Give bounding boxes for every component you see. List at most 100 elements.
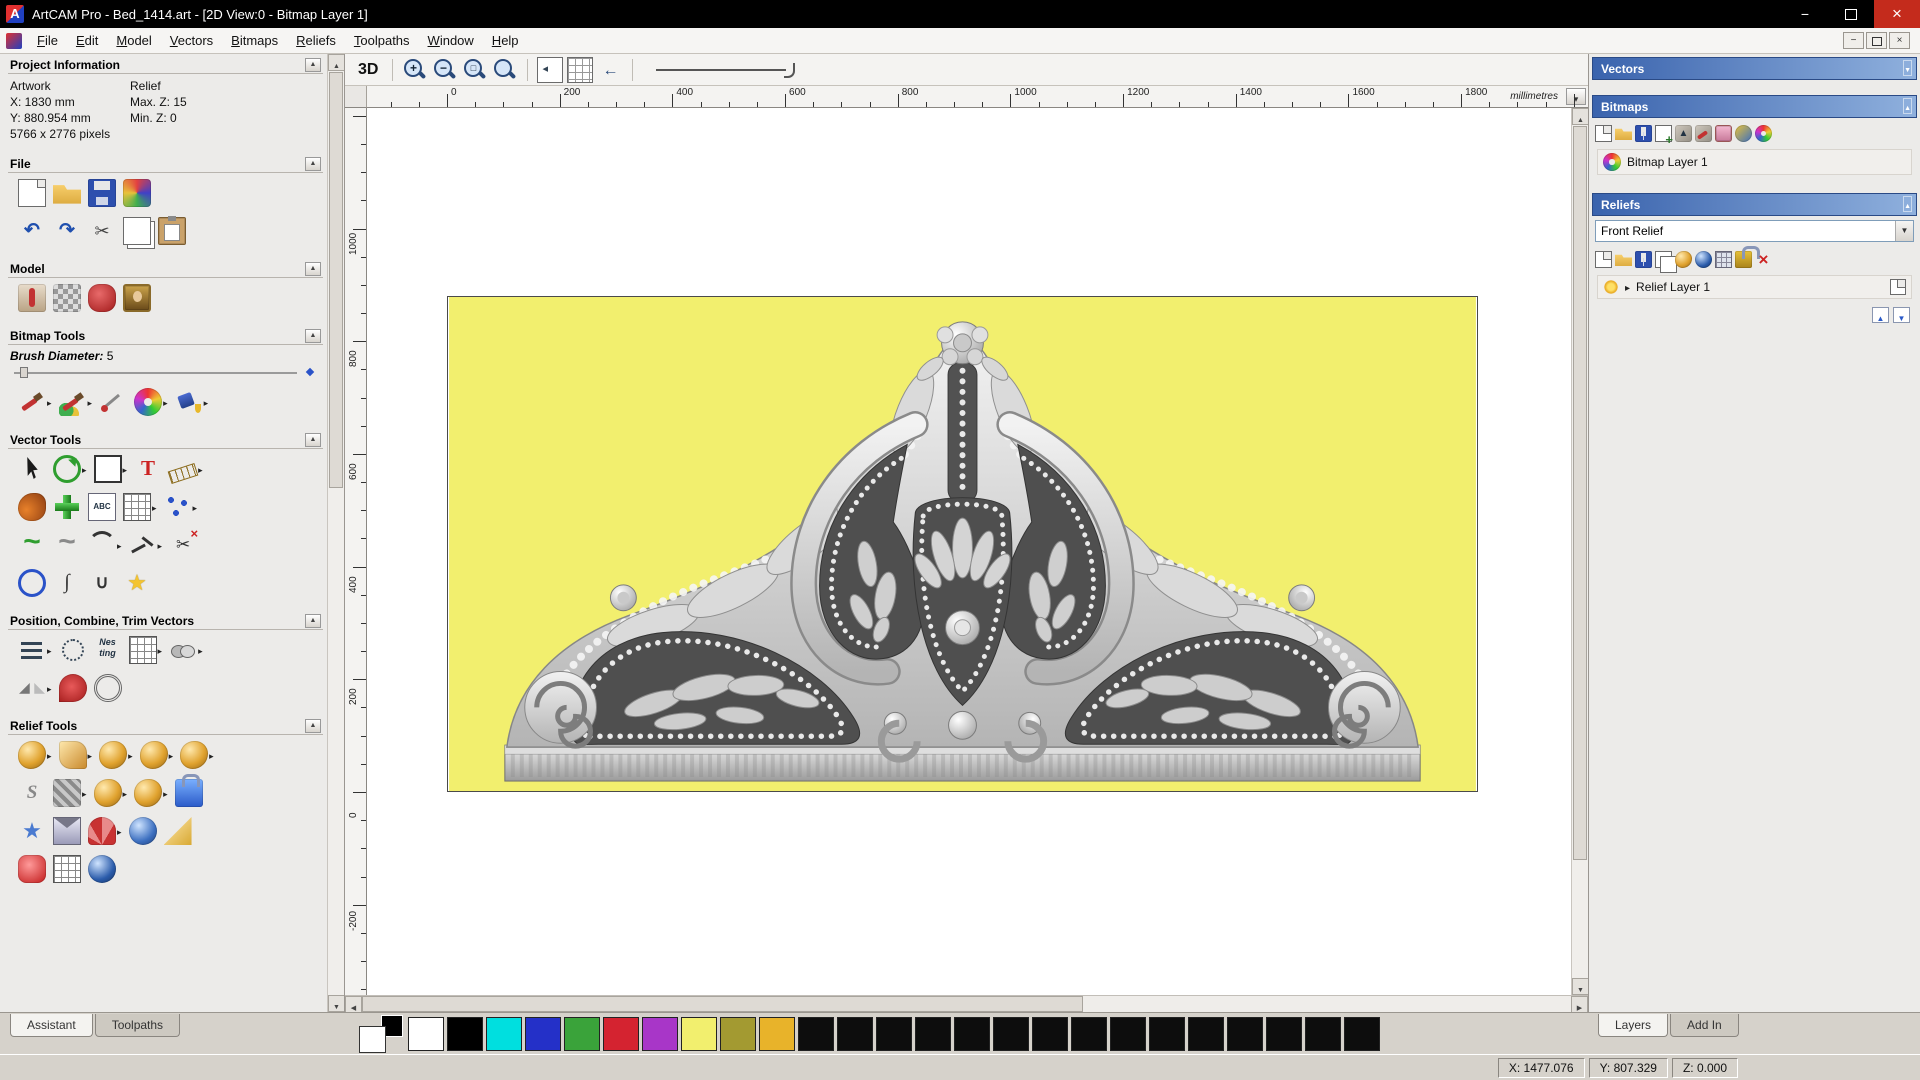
new-icon[interactable] (1595, 123, 1612, 144)
close-button[interactable] (1874, 0, 1920, 28)
menu-window[interactable]: Window (419, 29, 483, 52)
flyout-arrow-icon[interactable] (198, 460, 203, 478)
node-edit-icon[interactable] (164, 491, 198, 523)
palette-swatch-6[interactable] (642, 1016, 678, 1051)
tab-assistant[interactable]: Assistant (10, 1014, 93, 1037)
green-cross-icon[interactable] (53, 491, 81, 523)
move-layer-down-button[interactable] (1893, 307, 1910, 323)
add-layer-icon[interactable] (1655, 123, 1673, 146)
flyout-arrow-icon[interactable] (209, 746, 214, 764)
flyout-arrow-icon[interactable] (82, 460, 87, 478)
palette-swatch-10[interactable] (798, 1016, 834, 1051)
new-model-icon[interactable] (18, 177, 46, 209)
wedge-relief-icon[interactable] (163, 815, 192, 847)
relief-select-dropdown-icon[interactable] (1895, 221, 1913, 241)
menu-reliefs[interactable]: Reliefs (287, 29, 345, 52)
cut-icon[interactable] (88, 215, 116, 247)
flyout-arrow-icon[interactable] (47, 641, 52, 659)
menu-model[interactable]: Model (107, 29, 160, 52)
bitmaps-collapse-icon[interactable] (1903, 97, 1912, 114)
open-file-icon[interactable] (53, 177, 81, 209)
align-icon[interactable] (18, 634, 52, 666)
flyout-arrow-icon[interactable] (193, 498, 198, 516)
extrude-icon[interactable] (18, 853, 46, 885)
mdi-close-button[interactable] (1889, 32, 1910, 49)
scrollbar-thumb[interactable] (1573, 126, 1587, 860)
palette-swatch-21[interactable] (1227, 1016, 1263, 1051)
relief-lock-icon[interactable] (174, 774, 203, 809)
scrollbar-track[interactable] (1083, 996, 1571, 1012)
fan-relief-icon[interactable] (88, 815, 122, 847)
canvas-viewport[interactable] (367, 108, 1571, 995)
flyout-arrow-icon[interactable] (198, 641, 203, 659)
page-flip-icon[interactable] (537, 54, 564, 86)
paste-icon[interactable] (158, 215, 186, 247)
smooth-curve-icon[interactable] (53, 529, 81, 561)
collapse-file-button[interactable] (305, 157, 321, 171)
palette-swatch-9[interactable] (759, 1016, 795, 1051)
transform-icon[interactable] (53, 453, 87, 485)
minimize-button[interactable] (1782, 0, 1828, 28)
flyout-arrow-icon[interactable] (117, 822, 122, 840)
freehand-icon[interactable] (18, 529, 46, 561)
palette-swatch-7[interactable] (681, 1016, 717, 1051)
undo-icon[interactable] (18, 215, 46, 247)
collapse-vector-tools-button[interactable] (305, 433, 321, 447)
menu-edit[interactable]: Edit (67, 29, 107, 52)
zoom-object-icon[interactable] (462, 54, 488, 86)
menu-bitmaps[interactable]: Bitmaps (222, 29, 287, 52)
collapse-model-button[interactable] (305, 262, 321, 276)
palette-swatch-14[interactable] (954, 1016, 990, 1051)
palette-swatch-15[interactable] (993, 1016, 1029, 1051)
vectors-header[interactable]: Vectors (1592, 57, 1917, 80)
scrollbar-thumb[interactable] (362, 996, 1083, 1012)
palette-swatch-3[interactable] (525, 1016, 561, 1051)
block-copy-icon[interactable] (128, 634, 163, 666)
bezier-icon[interactable] (53, 567, 81, 599)
envelope-icon[interactable] (53, 815, 81, 847)
flyout-arrow-icon[interactable] (47, 746, 52, 764)
grid-icon[interactable] (123, 491, 157, 523)
paste-along-curve-icon[interactable] (59, 634, 87, 666)
create-text-icon[interactable] (134, 453, 162, 485)
maximize-button[interactable] (1828, 0, 1874, 28)
arc-icon[interactable] (88, 529, 122, 561)
create-star-icon[interactable] (123, 567, 151, 599)
collapse-relief-tools-button[interactable] (305, 719, 321, 733)
redo-icon[interactable] (53, 215, 81, 247)
angle-relief-icon[interactable] (180, 739, 214, 771)
flyout-arrow-icon[interactable] (158, 536, 163, 554)
portrait-icon[interactable] (123, 282, 151, 314)
delete-icon[interactable] (1755, 249, 1772, 270)
open-icon[interactable] (1615, 123, 1632, 144)
edit-layer-icon[interactable] (1890, 279, 1906, 295)
flyout-arrow-icon[interactable] (169, 746, 174, 764)
scroll-up-button[interactable] (328, 54, 344, 71)
measure-icon[interactable] (167, 453, 203, 485)
spin-relief-icon[interactable] (139, 739, 174, 771)
tab-toolpaths[interactable]: Toolpaths (94, 1014, 181, 1037)
palette-swatch-1[interactable] (447, 1016, 483, 1051)
vectors-collapse-icon[interactable] (1903, 59, 1912, 76)
shape-editor-icon[interactable] (18, 739, 52, 771)
brush-diameter-slider[interactable] (14, 366, 297, 378)
reliefs-collapse-icon[interactable] (1903, 195, 1912, 212)
palette-mini-icon[interactable] (1755, 123, 1772, 144)
ruler-unit-button[interactable] (1566, 88, 1586, 105)
wrap-icon[interactable] (93, 672, 122, 704)
smooth-relief-icon[interactable] (58, 739, 93, 771)
spin-blue-icon[interactable] (88, 853, 116, 885)
relief-clipart-icon[interactable] (93, 777, 128, 809)
expand-icon[interactable] (1625, 280, 1630, 294)
palette-swatch-13[interactable] (915, 1016, 951, 1051)
palette-swatch-23[interactable] (1305, 1016, 1341, 1051)
bitmap-layer-row[interactable]: Bitmap Layer 1 (1597, 149, 1912, 175)
scroll-right-button[interactable] (1571, 996, 1588, 1012)
palette-swatch-24[interactable] (1344, 1016, 1380, 1051)
relief-layer-row[interactable]: Relief Layer 1 (1597, 275, 1912, 299)
scroll-down-button[interactable] (328, 995, 344, 1012)
flyout-arrow-icon[interactable] (88, 746, 93, 764)
new-icon[interactable] (1595, 249, 1612, 270)
menu-vectors[interactable]: Vectors (161, 29, 222, 52)
trim-weld-icon[interactable] (58, 672, 87, 704)
